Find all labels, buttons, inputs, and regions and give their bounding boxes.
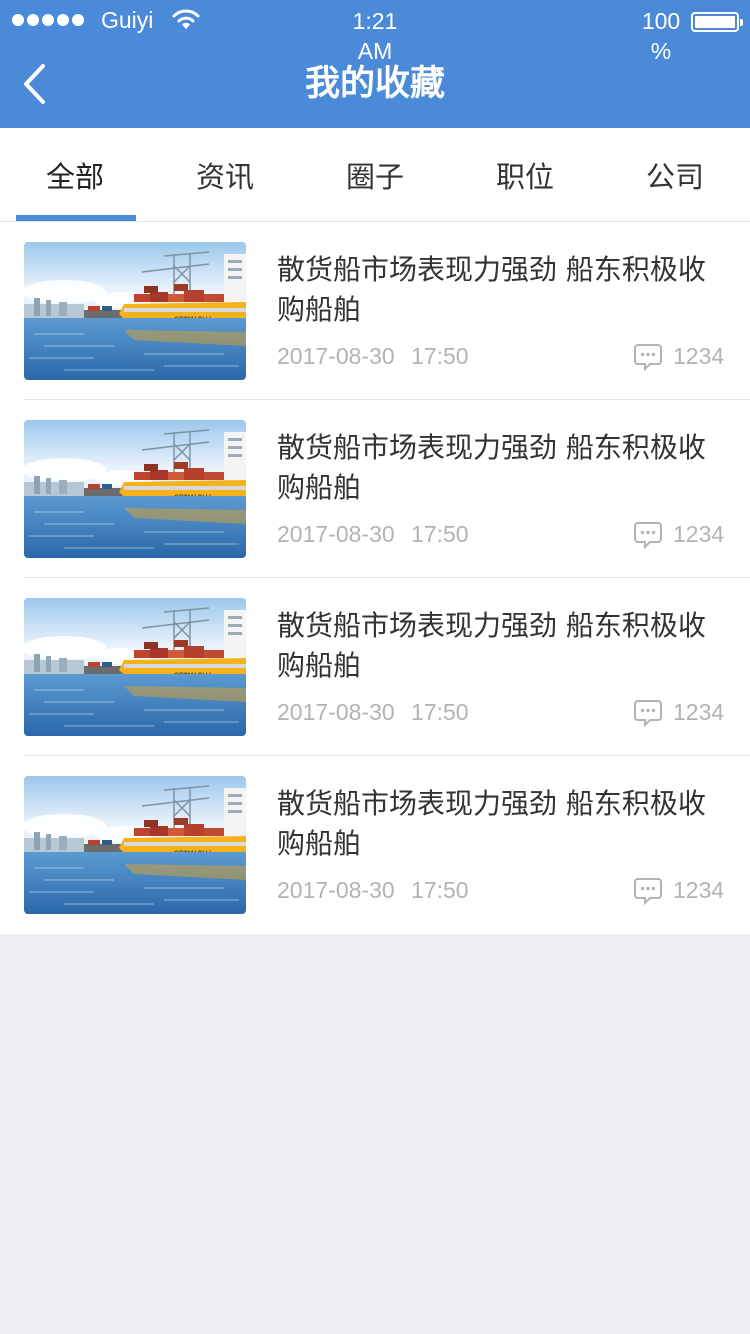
- signal-strength-icon: [12, 14, 84, 26]
- comment-count: 1234: [673, 877, 725, 903]
- comment-icon: [634, 344, 662, 372]
- active-tab-indicator: [16, 215, 136, 221]
- battery-icon: [691, 12, 743, 32]
- tab-positions[interactable]: 职位: [450, 128, 600, 221]
- article-thumbnail: GRIMALDI LI: [24, 242, 246, 380]
- article-timestamp: 2017-08-30 17:50: [277, 697, 469, 727]
- article-title: 散货船市场表现力强劲 船东积极收购船舶: [277, 431, 706, 504]
- article-thumbnail: GRIMALDI LI: [24, 420, 246, 558]
- article-title: 散货船市场表现力强劲 船东积极收购船舶: [277, 253, 706, 326]
- tab-companies[interactable]: 公司: [600, 128, 750, 221]
- article-title: 散货船市场表现力强劲 船东积极收购船舶: [277, 609, 706, 682]
- article-date: 2017-08-30: [277, 877, 395, 903]
- comment-count: 1234: [673, 343, 725, 369]
- article-title: 散货船市场表现力强劲 船东积极收购船舶: [277, 787, 706, 860]
- wifi-icon: [172, 9, 200, 29]
- comment-icon: [634, 522, 662, 550]
- comment-count: 1234: [673, 521, 725, 547]
- list-item[interactable]: GRIMALDI LI 散货船市场表现力强劲 船东积极收购船舶 2017-08-…: [0, 578, 750, 756]
- article-timestamp: 2017-08-30 17:50: [277, 875, 469, 905]
- list-item[interactable]: GRIMALDI LI 散货船市场表现力强劲 船东积极收购船舶 2017-08-…: [0, 400, 750, 578]
- app-header: Guiyi 1:21 AM 100 % 我的收藏: [0, 0, 750, 128]
- article-time: 17:50: [411, 877, 469, 903]
- list-item[interactable]: GRIMALDI LI 散货船市场表现力强劲 船东积极收购船舶 2017-08-…: [0, 756, 750, 934]
- tab-circles[interactable]: 圈子: [300, 128, 450, 221]
- list-item[interactable]: GRIMALDI LI 散货船市场表现力强劲 船东积极收购船舶 2017-08-…: [0, 222, 750, 400]
- article-time: 17:50: [411, 699, 469, 725]
- article-time: 17:50: [411, 343, 469, 369]
- comment-icon: [634, 878, 662, 906]
- article-thumbnail: GRIMALDI LI: [24, 598, 246, 736]
- status-time: 1:21 AM: [352, 8, 398, 64]
- comment-count: 1234: [673, 699, 725, 725]
- article-thumbnail: GRIMALDI LI: [24, 776, 246, 914]
- carrier-name: Guiyi: [101, 7, 154, 33]
- tab-news[interactable]: 资讯: [150, 128, 300, 221]
- article-timestamp: 2017-08-30 17:50: [277, 519, 469, 549]
- article-date: 2017-08-30: [277, 521, 395, 547]
- status-bar: Guiyi 1:21 AM 100 %: [0, 0, 750, 64]
- article-date: 2017-08-30: [277, 343, 395, 369]
- article-date: 2017-08-30: [277, 699, 395, 725]
- battery-percentage: 100 %: [641, 8, 681, 64]
- article-time: 17:50: [411, 521, 469, 547]
- tab-all[interactable]: 全部: [0, 128, 150, 221]
- article-timestamp: 2017-08-30 17:50: [277, 341, 469, 371]
- comment-icon: [634, 700, 662, 728]
- tab-bar: 全部 资讯 圈子 职位 公司: [0, 128, 750, 222]
- favorites-list: GRIMALDI LI 散货船市场表现力强劲 船东积极收购船舶 2017-08-…: [0, 222, 750, 934]
- page-title: 我的收藏: [304, 64, 445, 104]
